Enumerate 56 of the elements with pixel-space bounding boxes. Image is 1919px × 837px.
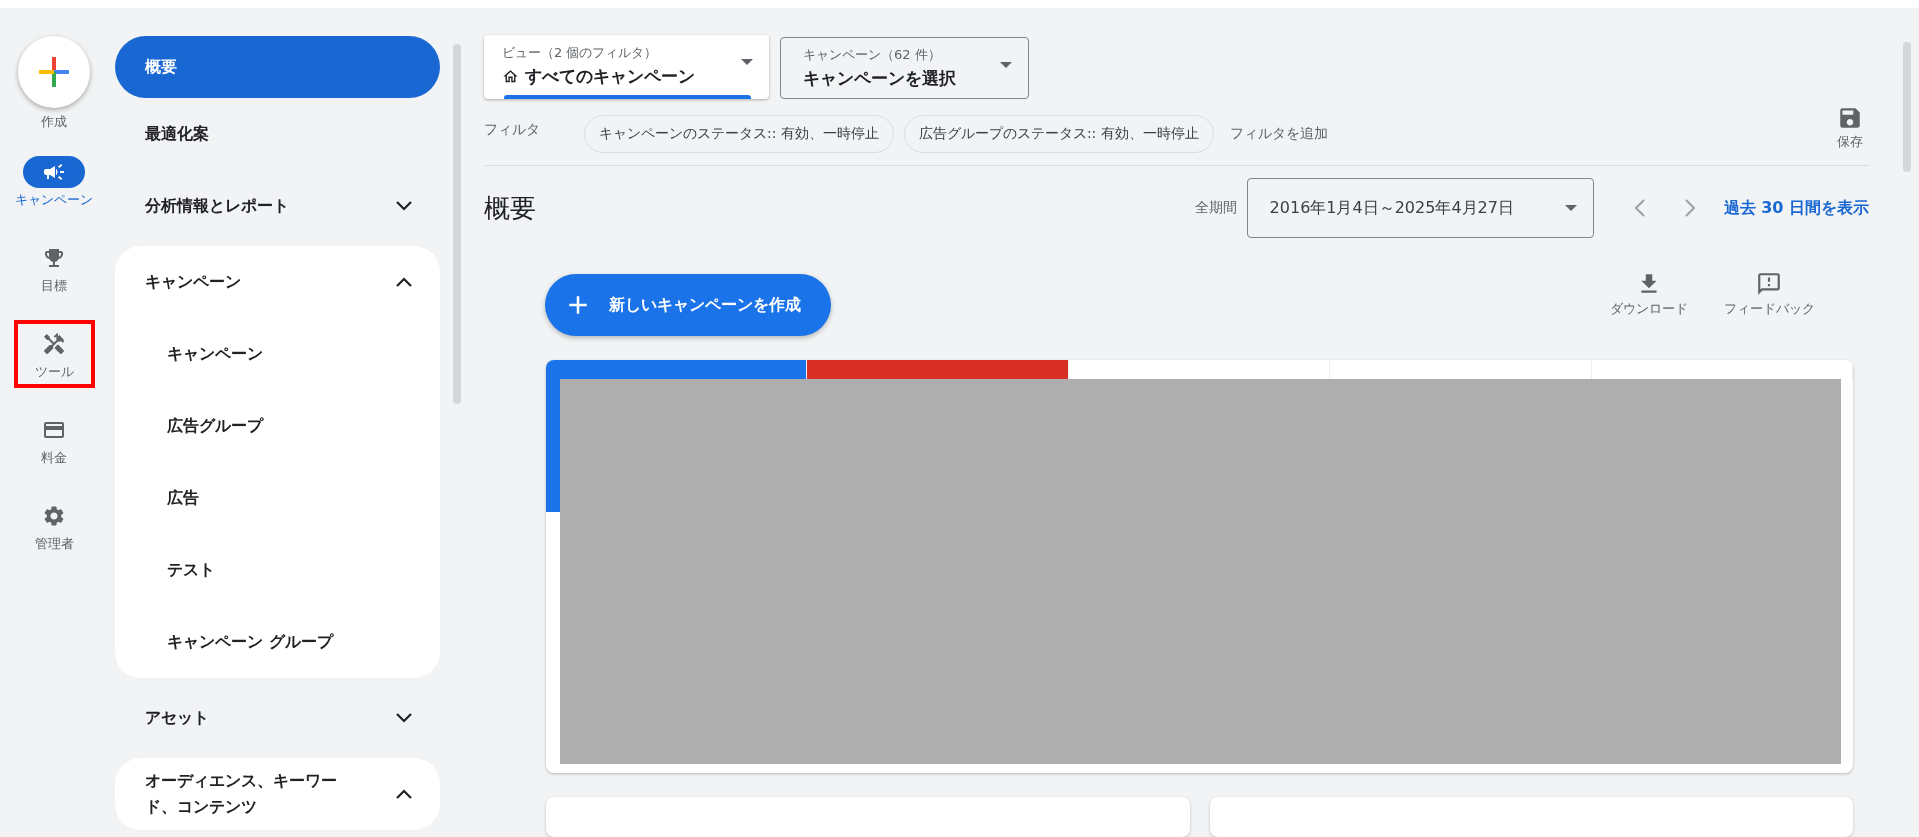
scrollbar-thumb[interactable] [1903,42,1911,172]
nav-item[interactable]: アセット [115,682,440,754]
nav-item[interactable]: 広告グループ [115,390,440,462]
next-button[interactable] [1684,199,1696,217]
nav-item[interactable]: 最適化案 [115,98,440,170]
trophy-icon [42,246,66,270]
home-icon [502,68,519,85]
download-button[interactable]: ダウンロード [1589,270,1709,318]
filter-chip[interactable]: 広告グループのステータス:: 有効、一時停止 [903,115,1214,153]
page-title: 概要 [484,191,537,225]
campaign-dropdown[interactable]: キャンペーン（62 件） キャンペーンを選択 [780,37,1029,99]
metric-tab[interactable] [1330,360,1592,379]
nav-item[interactable]: 概要 [115,36,440,98]
metric-tab[interactable] [1068,360,1331,379]
rail-item[interactable]: ツール [13,320,95,388]
nav-item[interactable]: 広告 [115,462,440,534]
metric-tab[interactable] [807,360,1069,379]
chevron-down-icon [396,713,412,723]
chevron-up-icon [396,277,412,287]
chevron-right-icon [1684,199,1696,217]
nav-item[interactable]: 分析情報とレポート [115,170,440,242]
new-campaign-button[interactable]: 新しいキャンペーンを作成 [545,274,831,336]
last-30-days-link[interactable]: 過去 30 日間を表示 [1723,197,1869,219]
feedback-button[interactable]: フィードバック [1709,270,1829,318]
plus-icon [39,57,69,87]
feedback-icon [1756,271,1782,297]
dropdown-caret-icon [1564,205,1577,211]
date-range-dropdown[interactable]: 2016年1月4日～2025年4月27日 [1246,178,1594,238]
chevron-up-icon [396,789,412,799]
dropdown-caret-icon [741,59,753,65]
add-filter-link[interactable]: フィルタを追加 [1229,125,1328,143]
metric-tab[interactable] [1591,360,1853,379]
save-button[interactable]: 保存 [1831,104,1869,152]
create-button[interactable] [18,36,90,108]
nav-item[interactable]: キャンペーン グループ [115,606,440,678]
nav-item[interactable]: テスト [115,534,440,606]
metric-tab[interactable] [546,360,808,379]
filter-chip[interactable]: キャンペーンのステータス:: 有効、一時停止 [584,115,894,153]
previous-button[interactable] [1633,199,1645,217]
nav-item[interactable]: キャンペーン [115,246,440,318]
scrollbar-thumb[interactable] [453,44,461,404]
view-dropdown[interactable]: ビュー（2 個のフィルタ） すべてのキャンペーン [484,35,769,99]
tools-icon [42,332,66,356]
settings-icon [42,504,66,528]
create-label: 作成 [41,114,67,130]
filter-label: フィルタ [484,121,541,139]
date-range-label: 全期間 [1194,199,1237,217]
rail-item[interactable]: キャンペーン [8,148,100,216]
rail-item[interactable]: 料金 [8,406,100,474]
rail-item[interactable]: 管理者 [8,492,100,560]
chevron-left-icon [1633,199,1645,217]
nav-item[interactable]: オーディエンス、キーワード、コンテンツ [115,758,440,830]
dropdown-caret-icon [1000,62,1012,68]
nav-item[interactable]: キャンペーン [115,318,440,390]
rail-item[interactable]: 目標 [8,234,100,302]
chevron-down-icon [396,201,412,211]
